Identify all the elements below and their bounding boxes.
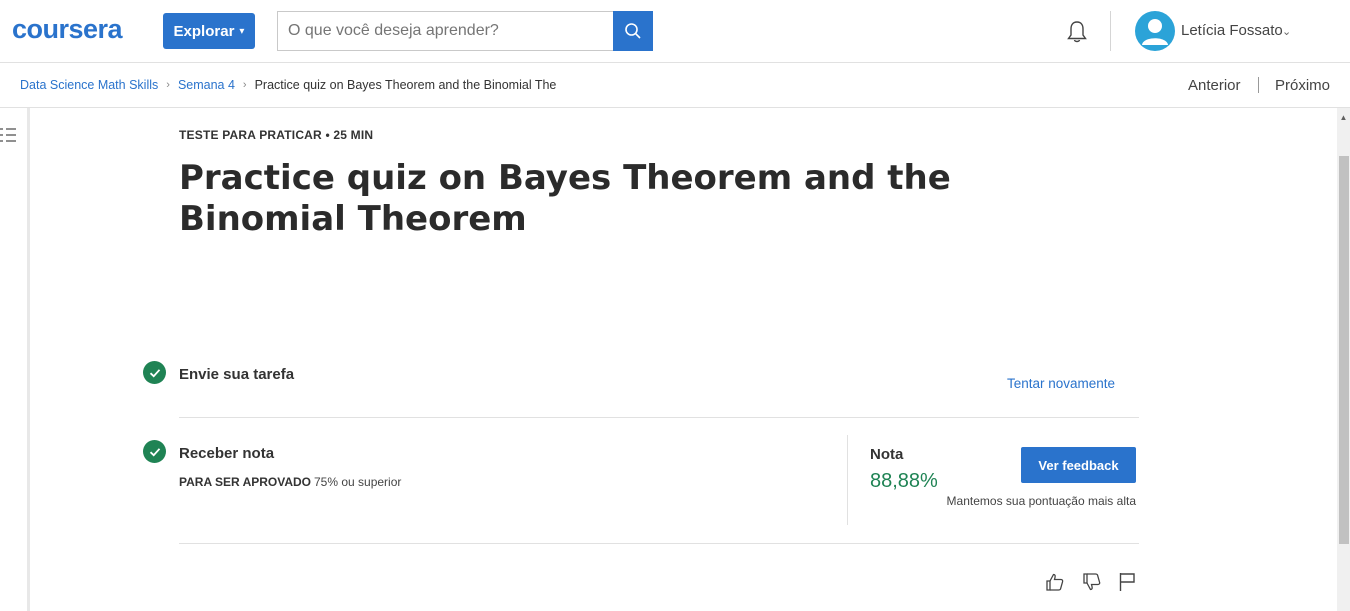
retry-link[interactable]: Tentar novamente: [1007, 376, 1115, 391]
thumbs-up-icon[interactable]: [1044, 571, 1066, 593]
breadcrumb-week[interactable]: Semana 4: [178, 78, 235, 92]
check-icon: [143, 440, 166, 463]
header-divider: [1110, 11, 1111, 51]
submit-step-title: Envie sua tarefa: [179, 366, 295, 383]
grade-label: Nota: [870, 446, 904, 463]
chevron-right-icon: ›: [242, 79, 247, 91]
scroll-up-arrow-icon[interactable]: ▲: [1337, 110, 1350, 124]
breadcrumb: Data Science Math Skills › Semana 4 › Pr…: [20, 78, 556, 92]
chevron-down-icon: ▾: [239, 25, 245, 37]
view-feedback-button[interactable]: Ver feedback: [1021, 447, 1136, 483]
pass-value: 75% ou superior: [314, 475, 402, 489]
breadcrumb-bar: Data Science Math Skills › Semana 4 › Pr…: [0, 63, 1350, 108]
chevron-right-icon: ›: [166, 79, 170, 91]
breadcrumb-course[interactable]: Data Science Math Skills: [20, 78, 158, 92]
grade-step-title: Receber nota: [179, 445, 275, 462]
thumbs-down-icon[interactable]: [1081, 571, 1103, 593]
explore-button[interactable]: Explorar ▾: [163, 13, 255, 49]
flag-icon[interactable]: [1117, 571, 1139, 593]
check-icon: [143, 361, 166, 384]
sidebar-edge: [27, 108, 30, 611]
grade-value: 88,88%: [870, 470, 938, 492]
search-icon: [625, 23, 641, 39]
previous-link[interactable]: Anterior: [1188, 77, 1241, 94]
menu-list-icon[interactable]: [0, 126, 18, 144]
grade-note: Mantemos sua pontuação mais alta: [946, 494, 1136, 508]
top-header: coursera Explorar ▾ Letícia Fossato ⌄: [0, 0, 1350, 63]
search-button[interactable]: [613, 11, 653, 51]
quiz-eyebrow: TESTE PARA PRATICAR • 25 MIN: [179, 128, 374, 142]
nav-divider: [1258, 77, 1259, 93]
search-input[interactable]: [277, 11, 613, 51]
grade-divider: [847, 435, 848, 525]
scrollbar-thumb[interactable]: [1339, 156, 1349, 544]
explore-label: Explorar: [173, 22, 235, 40]
coursera-logo[interactable]: coursera: [12, 14, 123, 45]
divider: [179, 543, 1139, 544]
user-avatar-icon[interactable]: [1135, 11, 1175, 51]
next-link[interactable]: Próximo: [1275, 77, 1330, 94]
divider: [179, 417, 1139, 418]
breadcrumb-current: Practice quiz on Bayes Theorem and the B…: [254, 78, 557, 92]
user-name[interactable]: Letícia Fossato: [1181, 22, 1283, 39]
page-title: Practice quiz on Bayes Theorem and the B…: [179, 158, 951, 239]
chevron-down-icon[interactable]: ⌄: [1282, 25, 1291, 38]
bell-icon[interactable]: [1063, 18, 1091, 46]
pass-label: PARA SER APROVADO: [179, 475, 312, 489]
